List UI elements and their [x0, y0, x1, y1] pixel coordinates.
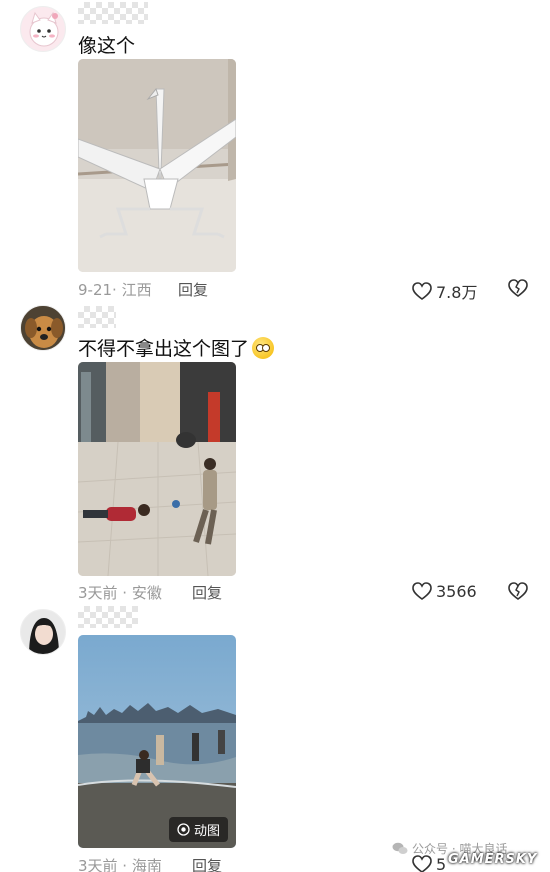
heart-outline-icon — [412, 855, 432, 872]
username-redacted[interactable] — [78, 306, 116, 328]
like-button[interactable]: 7.8万 — [412, 279, 477, 303]
like-button[interactable]: 5 — [412, 855, 446, 872]
gif-badge-label: 动图 — [193, 824, 220, 839]
comment-text: 像这个 — [78, 35, 136, 57]
comment-text-content: 不得不拿出这个图了 — [78, 338, 250, 360]
broken-heart-icon — [508, 279, 528, 297]
reply-button[interactable]: 回复 — [192, 855, 222, 872]
like-button[interactable]: 3566 — [412, 582, 477, 601]
like-count: 3566 — [436, 582, 477, 601]
avatar[interactable] — [20, 6, 66, 52]
avatar[interactable] — [20, 305, 66, 351]
dislike-button[interactable] — [508, 582, 528, 605]
time-location: 3天前 · 安徽 — [78, 584, 162, 602]
time-location: 9-21· 江西 — [78, 281, 152, 299]
dislike-button[interactable] — [508, 279, 528, 302]
heart-outline-icon — [412, 582, 432, 600]
comment-text: 不得不拿出这个图了 — [78, 334, 275, 361]
like-count: 5 — [436, 855, 447, 872]
comment-image-paper-crane[interactable] — [78, 59, 236, 272]
like-count: 7.8万 — [436, 283, 478, 302]
gamersky-logo: GAMERSKY — [448, 852, 538, 867]
username-redacted[interactable] — [78, 2, 148, 24]
broken-heart-icon — [508, 582, 528, 600]
cat-avatar-icon — [29, 11, 59, 47]
username-redacted[interactable] — [78, 606, 138, 628]
gif-play-icon — [177, 823, 190, 836]
time-location: 3天前 · 海南 — [78, 857, 162, 872]
person-avatar-icon — [21, 610, 65, 654]
gif-badge: 动图 — [168, 817, 228, 842]
wechat-icon — [392, 842, 408, 854]
comment-image-street-scene[interactable] — [78, 362, 236, 576]
comment-image-beach[interactable]: 动图 — [78, 635, 236, 848]
reply-button[interactable]: 回复 — [192, 582, 222, 603]
avatar[interactable] — [20, 609, 66, 655]
heart-outline-icon — [412, 281, 432, 300]
dog-avatar-icon — [21, 306, 65, 350]
flushed-emoji-icon — [252, 337, 275, 359]
reply-button[interactable]: 回复 — [178, 279, 208, 300]
